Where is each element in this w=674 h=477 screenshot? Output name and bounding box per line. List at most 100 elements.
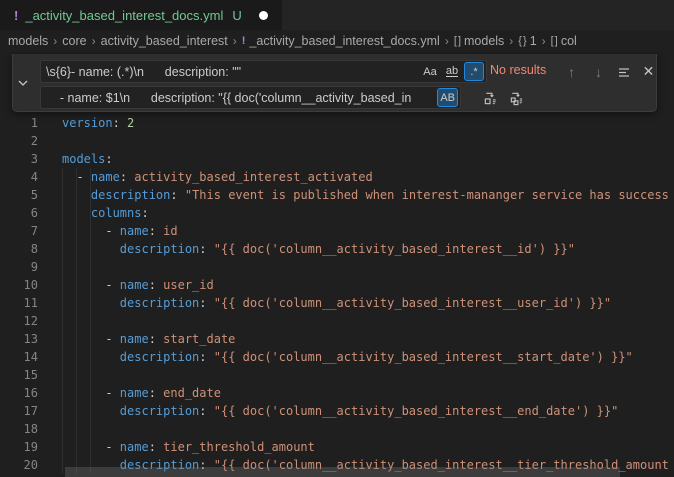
- line-number: 20: [0, 456, 38, 474]
- modified-dot-icon[interactable]: [259, 11, 268, 20]
- line-number: 7: [0, 222, 38, 240]
- breadcrumb-item-models[interactable]: models: [8, 34, 48, 48]
- symbol-array-icon: [ ]: [551, 35, 557, 47]
- code-line[interactable]: 18: [0, 420, 674, 438]
- code-line[interactable]: 8 description: "{{ doc('column__activity…: [0, 240, 674, 258]
- code-line[interactable]: 10 - name: user_id: [0, 276, 674, 294]
- tab-bar: ! _activity_based_interest_docs.yml U: [0, 0, 674, 30]
- breadcrumb-label: models: [464, 34, 504, 48]
- line-number: 5: [0, 186, 38, 204]
- code-text: - name: end_date: [38, 384, 221, 402]
- breadcrumb-label: models: [8, 34, 48, 48]
- code-line[interactable]: 9: [0, 258, 674, 276]
- code-line[interactable]: 6 columns:: [0, 204, 674, 222]
- code-line[interactable]: 15: [0, 366, 674, 384]
- code-text: [38, 258, 62, 276]
- line-number: 16: [0, 384, 38, 402]
- chevron-right-icon: ›: [53, 34, 57, 48]
- replace-button[interactable]: [479, 87, 501, 109]
- code-line[interactable]: 19 - name: tier_threshold_amount: [0, 438, 674, 456]
- code-text: description: "{{ doc('column__activity_b…: [38, 294, 611, 312]
- line-number: 13: [0, 330, 38, 348]
- chevron-down-icon: [17, 77, 29, 89]
- line-number: 15: [0, 366, 38, 384]
- chevron-right-icon: ›: [542, 34, 546, 48]
- code-line[interactable]: 13 - name: start_date: [0, 330, 674, 348]
- chevron-right-icon: ›: [233, 34, 237, 48]
- tab-active-file[interactable]: ! _activity_based_interest_docs.yml U: [0, 0, 282, 30]
- code-line[interactable]: 7 - name: id: [0, 222, 674, 240]
- replace-all-button[interactable]: [505, 87, 527, 109]
- symbol-array-icon: [ ]: [454, 35, 460, 47]
- line-number: 3: [0, 150, 38, 168]
- code-text: - name: user_id: [38, 276, 214, 294]
- breadcrumb-item-activity_based_interest[interactable]: activity_based_interest: [101, 34, 228, 48]
- code-text: - name: activity_based_interest_activate…: [38, 168, 373, 186]
- line-number: 19: [0, 438, 38, 456]
- code-text: [38, 366, 62, 384]
- tab-filename: _activity_based_interest_docs.yml: [25, 8, 223, 23]
- match-case-button[interactable]: Aa: [420, 62, 440, 81]
- breadcrumb-label: activity_based_interest: [101, 34, 228, 48]
- preserve-case-button[interactable]: AB: [437, 88, 458, 107]
- replace-input[interactable]: [41, 87, 437, 108]
- code-line[interactable]: 11 description: "{{ doc('column__activit…: [0, 294, 674, 312]
- code-line[interactable]: 12: [0, 312, 674, 330]
- line-number: 4: [0, 168, 38, 186]
- code-line[interactable]: 2: [0, 132, 674, 150]
- code-line[interactable]: 4 - name: activity_based_interest_activa…: [0, 168, 674, 186]
- find-status: No results: [490, 63, 546, 77]
- find-replace-widget: Aa ab .* No results ↑ ↓ ✕ AB: [12, 54, 657, 112]
- chevron-right-icon: ›: [509, 34, 513, 48]
- breadcrumb-item-1[interactable]: { } 1: [518, 34, 536, 48]
- find-input-box: Aa ab .*: [40, 60, 487, 83]
- line-number: 9: [0, 258, 38, 276]
- line-number: 1: [0, 114, 38, 132]
- breadcrumb-item-models[interactable]: [ ] models: [454, 34, 504, 48]
- find-in-selection-icon: [617, 65, 631, 79]
- find-next-button[interactable]: ↓: [588, 61, 609, 82]
- replace-icon: [483, 91, 498, 106]
- replace-input-box: AB: [40, 86, 461, 109]
- code-text: description: "{{ doc('column__activity_b…: [38, 348, 633, 366]
- line-number: 14: [0, 348, 38, 366]
- code-text: [38, 132, 62, 150]
- regex-button[interactable]: .*: [464, 62, 484, 81]
- breadcrumb-item-col[interactable]: [ ]col: [551, 34, 577, 48]
- yaml-file-icon: !: [242, 35, 246, 47]
- code-text: [38, 420, 62, 438]
- toggle-replace-button[interactable]: [13, 54, 32, 111]
- code-line[interactable]: 5 description: "This event is published …: [0, 186, 674, 204]
- find-input[interactable]: [41, 61, 420, 82]
- whole-word-icon: ab: [446, 66, 458, 77]
- replace-all-icon: [509, 91, 524, 106]
- code-text: description: "{{ doc('column__activity_b…: [38, 240, 575, 258]
- breadcrumb-item-_activity_based_interest_docs.yml[interactable]: !_activity_based_interest_docs.yml: [242, 34, 440, 48]
- code-line[interactable]: 3models:: [0, 150, 674, 168]
- editor: Aa ab .* No results ↑ ↓ ✕ AB: [0, 52, 674, 477]
- code-line[interactable]: 14 description: "{{ doc('column__activit…: [0, 348, 674, 366]
- breadcrumb-item-core[interactable]: core: [62, 34, 86, 48]
- code-text: - name: start_date: [38, 330, 235, 348]
- code-text: description: "{{ doc('column__activity_b…: [38, 402, 618, 420]
- chevron-right-icon: ›: [92, 34, 96, 48]
- find-previous-button[interactable]: ↑: [561, 61, 582, 82]
- code-line[interactable]: 16 - name: end_date: [0, 384, 674, 402]
- whole-word-button[interactable]: ab: [442, 62, 462, 81]
- horizontal-scrollbar[interactable]: [65, 467, 620, 477]
- line-number: 10: [0, 276, 38, 294]
- yaml-file-icon: !: [14, 8, 18, 23]
- code-text: models:: [38, 150, 113, 168]
- code-text: description: "This event is published wh…: [38, 186, 669, 204]
- find-in-selection-button[interactable]: [613, 61, 634, 82]
- symbol-object-icon: { }: [518, 35, 525, 47]
- code-area: 1version: 223models:4 - name: activity_b…: [0, 114, 674, 474]
- code-line[interactable]: 17 description: "{{ doc('column__activit…: [0, 402, 674, 420]
- code-line[interactable]: 1version: 2: [0, 114, 674, 132]
- breadcrumb-label: 1: [530, 34, 537, 48]
- breadcrumb: models›core›activity_based_interest›!_ac…: [0, 30, 674, 52]
- git-untracked-badge: U: [232, 8, 241, 23]
- breadcrumb-label: _activity_based_interest_docs.yml: [249, 34, 439, 48]
- close-button[interactable]: ✕: [638, 61, 659, 82]
- code-text: version: 2: [38, 114, 134, 132]
